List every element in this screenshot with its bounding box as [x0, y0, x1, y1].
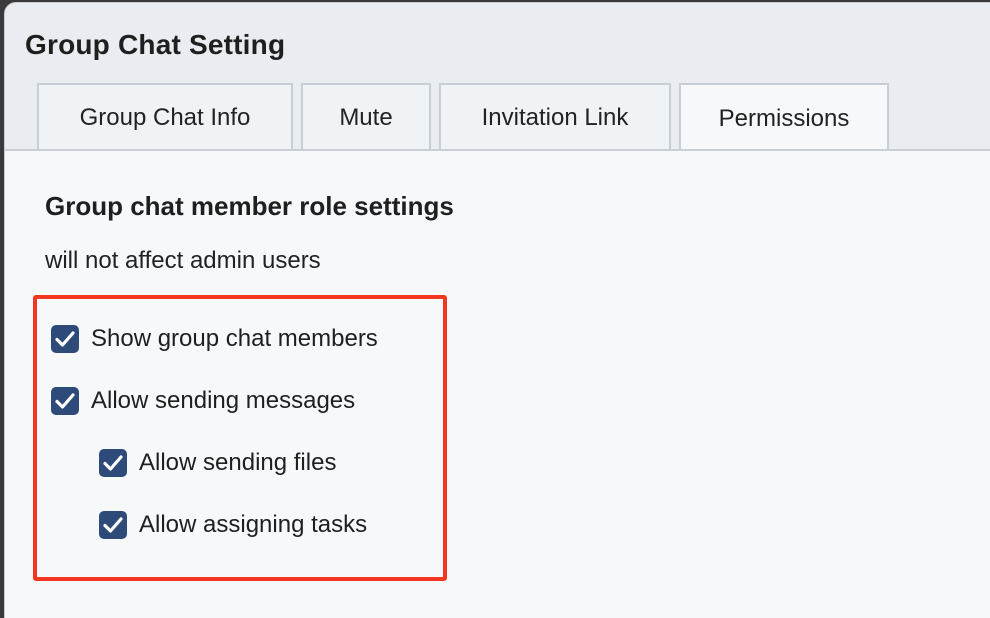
option-allow-assigning-tasks[interactable]: Allow assigning tasks	[99, 511, 367, 539]
checkbox-checked-icon[interactable]	[99, 511, 127, 539]
tab-permissions[interactable]: Permissions	[679, 83, 889, 153]
dialog-header: Group Chat Setting Group Chat Info Mute …	[5, 3, 990, 153]
option-allow-sending-messages[interactable]: Allow sending messages	[51, 387, 355, 415]
section-subtext: will not affect admin users	[45, 247, 321, 274]
option-label: Show group chat members	[91, 325, 378, 352]
tab-invitation-link[interactable]: Invitation Link	[439, 83, 671, 151]
permissions-panel: Group chat member role settings will not…	[5, 151, 990, 618]
checkbox-checked-icon[interactable]	[51, 325, 79, 353]
option-label: Allow sending messages	[91, 387, 356, 414]
tab-mute[interactable]: Mute	[301, 83, 431, 151]
section-heading: Group chat member role settings	[45, 191, 454, 221]
group-chat-setting-dialog: Group Chat Setting Group Chat Info Mute …	[4, 2, 990, 618]
tab-group-chat-info[interactable]: Group Chat Info	[37, 83, 293, 151]
checkbox-checked-icon[interactable]	[51, 387, 79, 415]
dialog-title: Group Chat Setting	[25, 29, 286, 60]
option-show-group-chat-members[interactable]: Show group chat members	[51, 325, 378, 353]
option-label: Allow sending files	[139, 449, 337, 476]
checkbox-checked-icon[interactable]	[99, 449, 127, 477]
tab-bar: Group Chat Info Mute Invitation Link Per…	[37, 83, 990, 153]
option-label: Allow assigning tasks	[139, 511, 368, 538]
option-allow-sending-files[interactable]: Allow sending files	[99, 449, 336, 477]
